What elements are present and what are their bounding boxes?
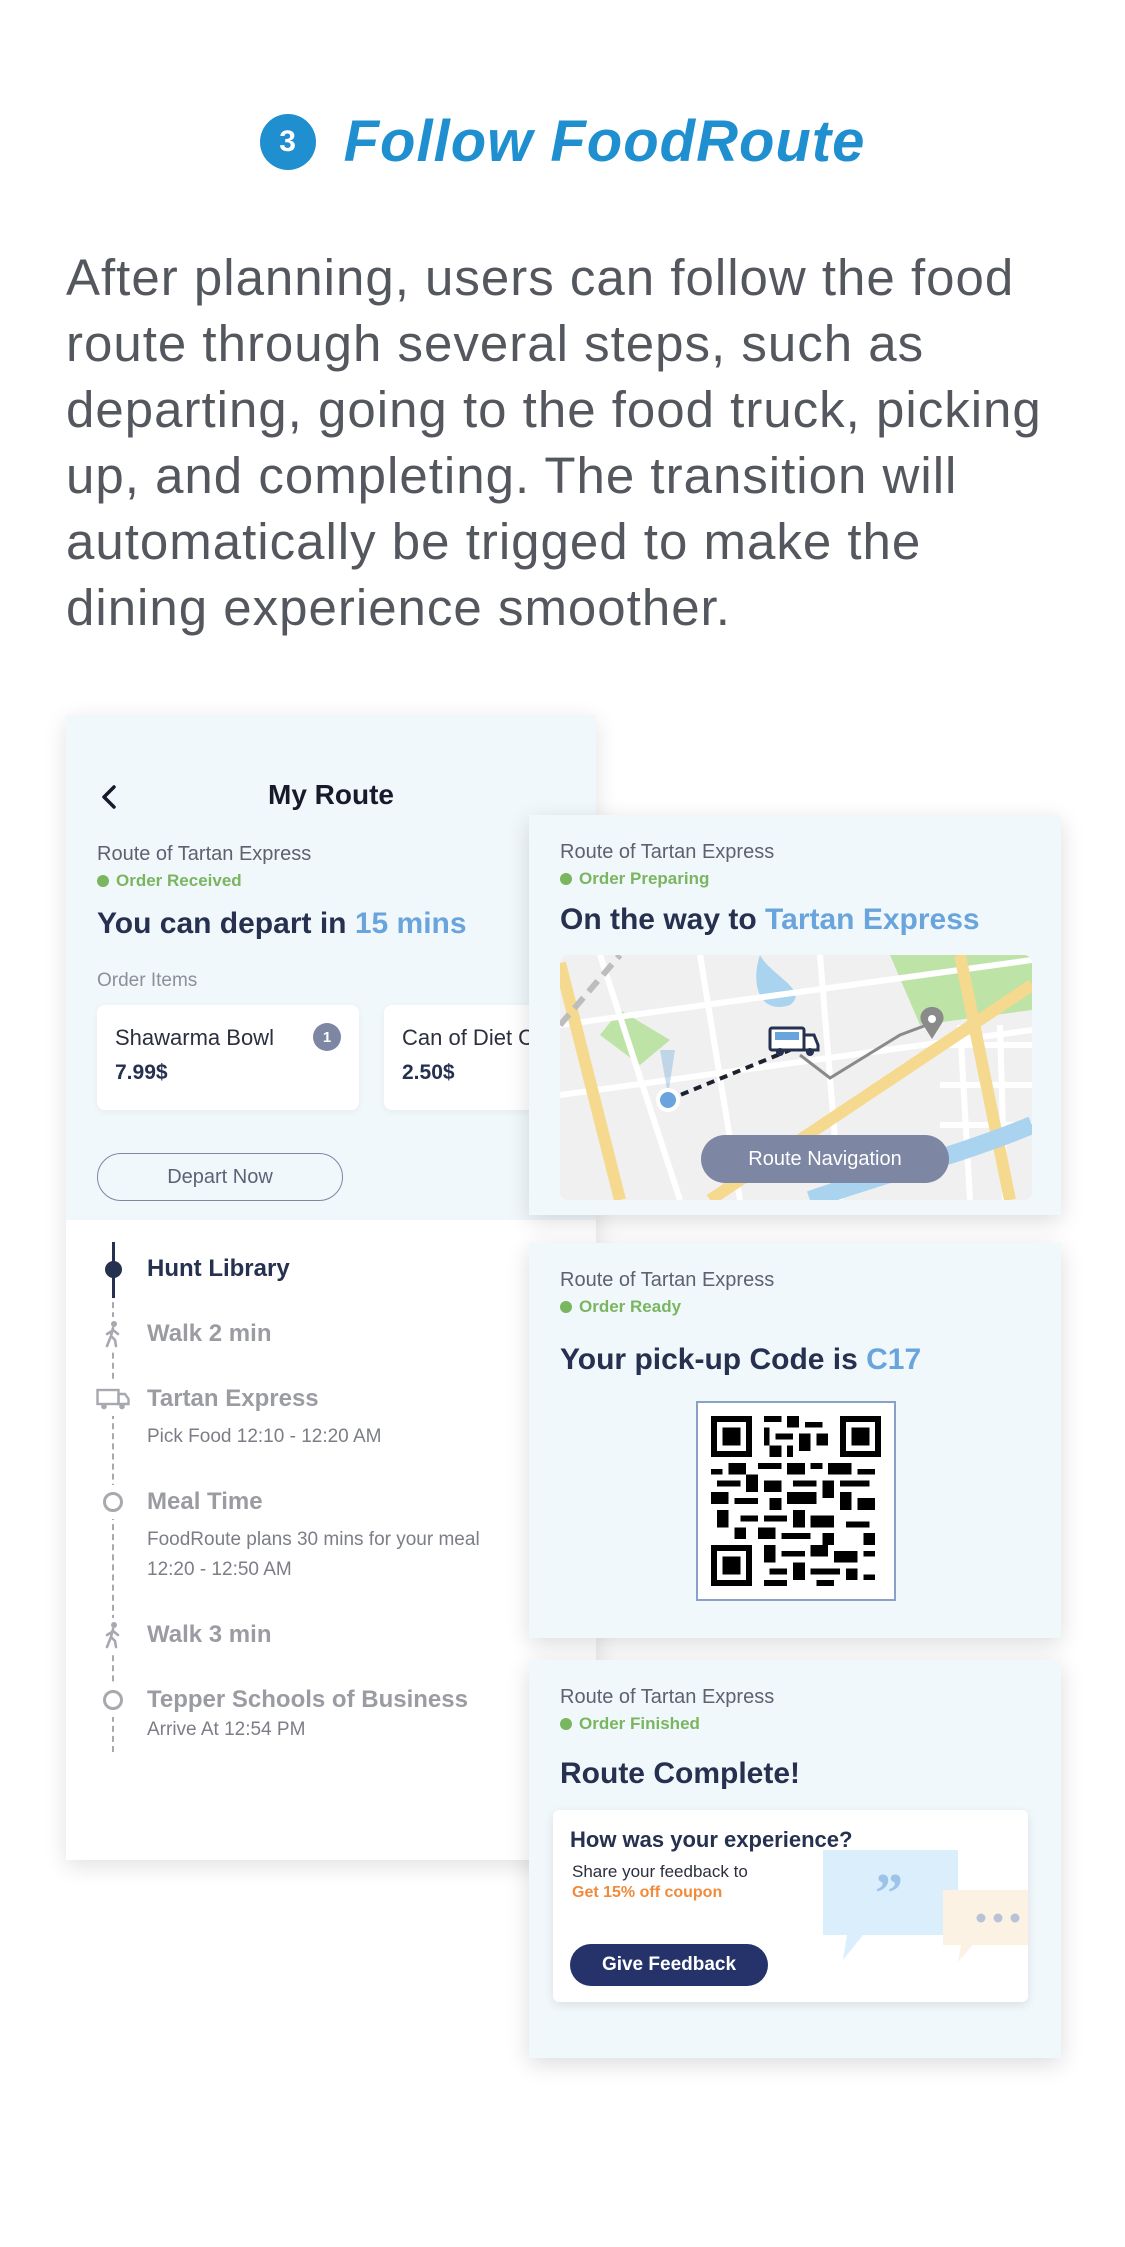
route-name: Route of Tartan Express	[97, 843, 312, 865]
order-ready-card: Route of Tartan Express Order Ready Your…	[529, 1243, 1061, 1638]
pickup-qr-code	[696, 1401, 896, 1601]
timeline-step-title: Walk 3 min	[147, 1621, 272, 1648]
my-route-screen: My Route Route of Tartan Express Order R…	[66, 715, 596, 1860]
item-price: 7.99$	[115, 1061, 168, 1084]
route-name: Route of Tartan Express	[560, 841, 775, 863]
qr-code-icon	[711, 1416, 881, 1586]
current-location-dot-icon	[96, 1252, 130, 1286]
status-dot-icon	[560, 873, 572, 885]
headline-text: You can depart in	[97, 907, 355, 940]
timeline-step-detail: Pick Food 12:10 - 12:20 AM	[147, 1426, 382, 1447]
order-status: Order Finished	[560, 1714, 700, 1734]
pedestrian-icon	[96, 1317, 130, 1351]
give-feedback-button[interactable]: Give Feedback	[570, 1944, 768, 1986]
timeline-step-time: 12:20 - 12:50 AM	[147, 1559, 292, 1580]
quote-bubble-icon: ”	[823, 1850, 1028, 1970]
headline-accent: 15 mins	[354, 907, 467, 940]
order-status-label: Order Finished	[579, 1714, 700, 1733]
ring-icon	[96, 1683, 130, 1717]
status-dot-icon	[97, 875, 109, 887]
timeline-step-detail: Arrive At 12:54 PM	[147, 1719, 306, 1740]
route-map[interactable]: Route Navigation	[560, 955, 1032, 1200]
order-status: Order Preparing	[560, 869, 709, 889]
feedback-prompt: ” How was your experience? Share your fe…	[553, 1810, 1028, 2002]
section-header: 3 Follow FoodRoute	[0, 108, 1125, 175]
svg-text:”: ”	[875, 1863, 903, 1925]
order-status-label: Order Preparing	[579, 869, 710, 888]
item-quantity-badge: 1	[313, 1023, 341, 1051]
timeline-step-title: Tepper Schools of Business	[147, 1686, 468, 1713]
food-truck-icon	[96, 1382, 130, 1416]
status-dot-icon	[560, 1718, 572, 1730]
coupon-offer: Get 15% off coupon	[572, 1884, 723, 1901]
timeline-step-title: Tartan Express	[147, 1385, 319, 1412]
order-item-card[interactable]: Shawarma Bowl 1 7.99$	[97, 1005, 359, 1110]
order-status: Order Ready	[560, 1297, 681, 1317]
pedestrian-icon	[96, 1618, 130, 1652]
route-summary-panel: My Route Route of Tartan Express Order R…	[66, 715, 596, 1220]
timeline-step-title: Hunt Library	[147, 1255, 290, 1282]
ring-icon	[96, 1485, 130, 1519]
headline-accent: Tartan Express	[765, 903, 980, 936]
route-timeline: Hunt Library Walk 2 min Tartan Express P…	[66, 1220, 596, 1860]
pickup-code: C17	[866, 1343, 922, 1376]
order-items-label: Order Items	[97, 970, 198, 991]
order-preparing-card: Route of Tartan Express Order Preparing …	[529, 815, 1061, 1215]
section-description: After planning, users can follow the foo…	[66, 249, 1042, 636]
item-price: 2.50$	[402, 1061, 455, 1084]
step-number-badge: 3	[259, 113, 316, 170]
order-status-label: Order Received	[116, 871, 242, 890]
headline-text: On the way to	[560, 903, 766, 936]
route-navigation-button[interactable]: Route Navigation	[701, 1135, 949, 1183]
item-name: Shawarma Bowl	[115, 1025, 274, 1050]
order-status: Order Received	[97, 871, 242, 891]
headline-text: Your pick-up Code is	[560, 1343, 867, 1376]
timeline-step-detail: FoodRoute plans 30 mins for your meal	[147, 1529, 480, 1550]
section-title: Follow FoodRoute	[343, 109, 866, 174]
timeline-step-title: Walk 2 min	[147, 1320, 272, 1347]
card-headline: Your pick-up Code is C17	[560, 1343, 921, 1377]
depart-now-button[interactable]: Depart Now	[97, 1153, 343, 1201]
timeline-step-title: Meal Time	[147, 1488, 263, 1515]
page-title: My Route	[268, 779, 394, 810]
depart-headline: You can depart in 15 mins	[97, 907, 467, 941]
status-dot-icon	[560, 1301, 572, 1313]
feedback-share-text: Share your feedback to	[572, 1862, 748, 1881]
order-status-label: Order Ready	[579, 1297, 682, 1316]
card-headline: On the way to Tartan Express	[560, 903, 980, 937]
route-name: Route of Tartan Express	[560, 1269, 775, 1291]
route-name: Route of Tartan Express	[560, 1686, 775, 1708]
card-headline: Route Complete!	[560, 1757, 800, 1790]
order-finished-card: Route of Tartan Express Order Finished R…	[529, 1660, 1061, 2058]
feedback-question: How was your experience?	[570, 1827, 853, 1852]
